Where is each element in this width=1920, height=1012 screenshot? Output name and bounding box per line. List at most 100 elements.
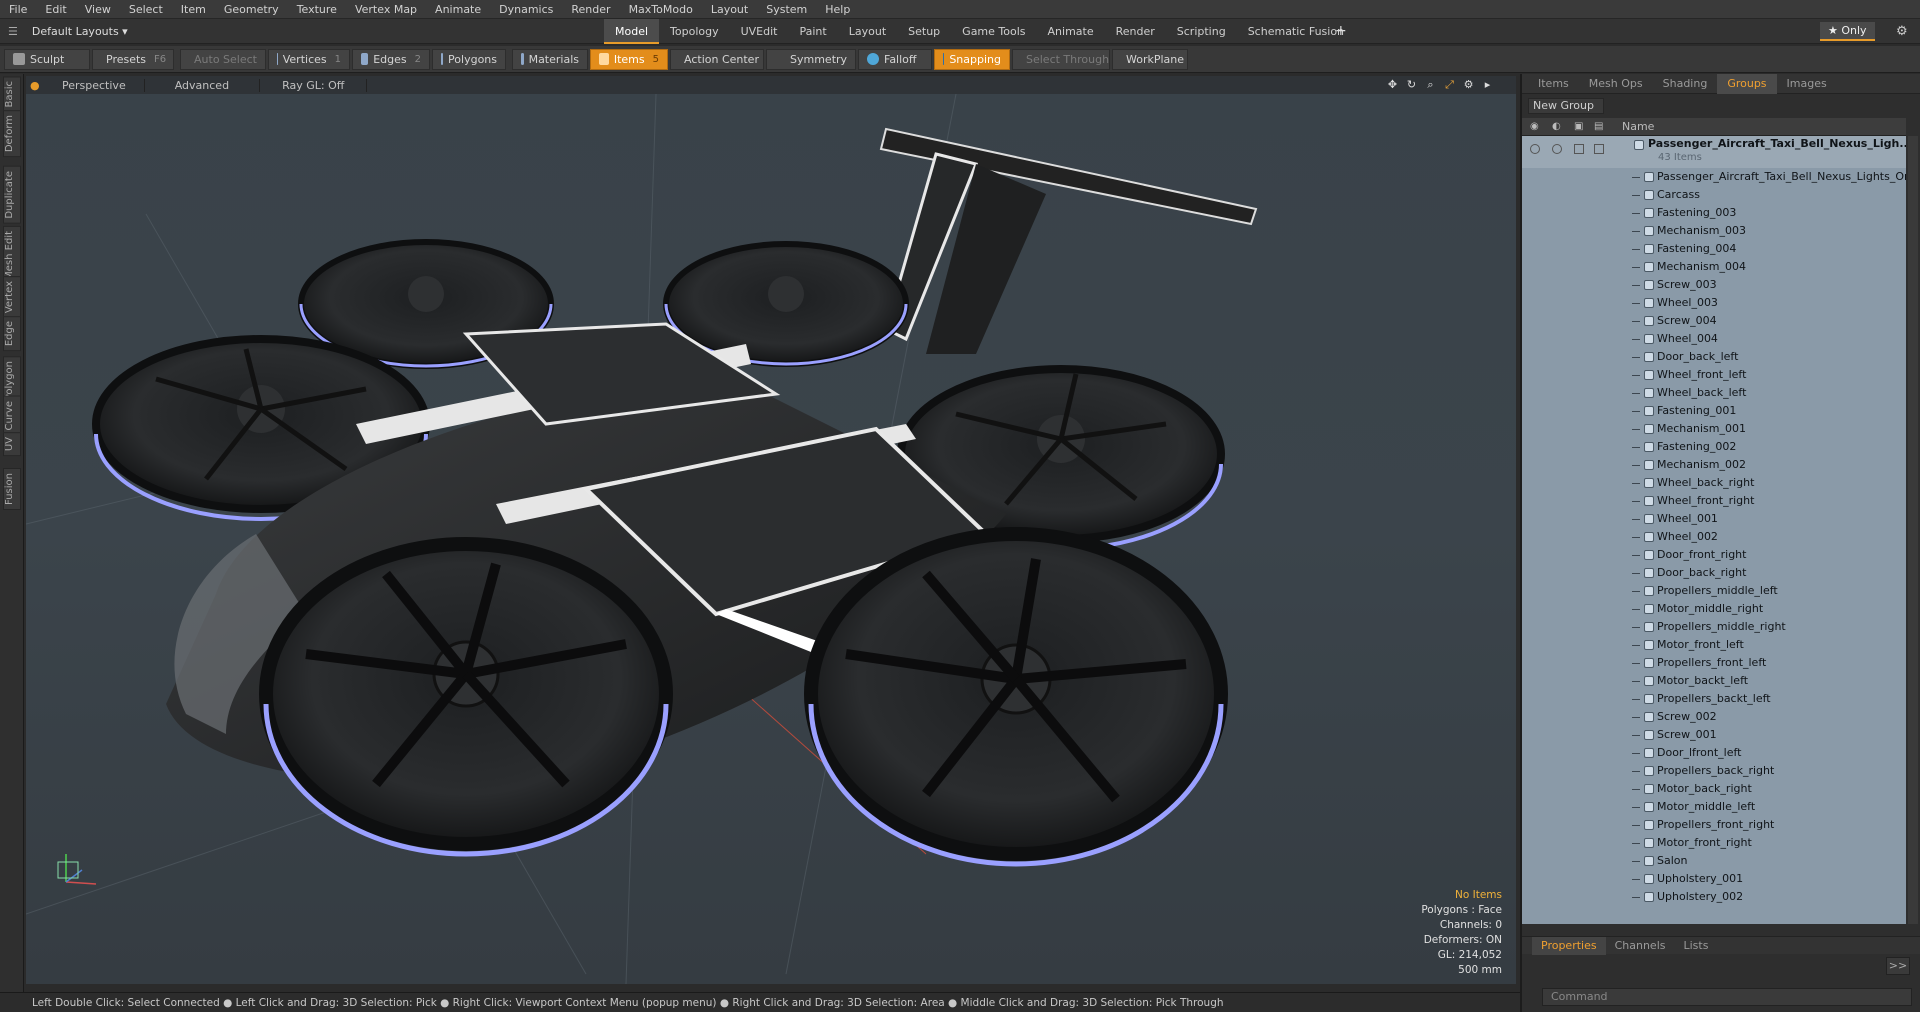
- group-item-row[interactable]: Fastening_003: [1522, 204, 1906, 222]
- select-through-button[interactable]: Select Through: [1012, 48, 1110, 70]
- perspective-dropdown[interactable]: Perspective: [44, 78, 145, 92]
- view-expand-icon[interactable]: ▸: [1481, 78, 1494, 91]
- tab-layout[interactable]: Layout: [838, 19, 897, 44]
- group-item-row[interactable]: Wheel_001: [1522, 510, 1906, 528]
- layout-selector[interactable]: Default Layouts ▾: [32, 25, 128, 38]
- group-item-row[interactable]: Fastening_004: [1522, 240, 1906, 258]
- menu-select[interactable]: Select: [120, 0, 172, 19]
- group-item-row[interactable]: Wheel_front_right: [1522, 492, 1906, 510]
- group-item-row[interactable]: Upholstery_002: [1522, 888, 1906, 906]
- menu-view[interactable]: View: [76, 0, 120, 19]
- group-item-row[interactable]: Door_front_right: [1522, 546, 1906, 564]
- group-item-row[interactable]: Mechanism_001: [1522, 420, 1906, 438]
- presets-button[interactable]: Presets F6: [92, 48, 174, 70]
- menu-maxtomodo[interactable]: MaxToModo: [620, 0, 702, 19]
- group-item-row[interactable]: Wheel_back_right: [1522, 474, 1906, 492]
- group-item-row[interactable]: Wheel_004: [1522, 330, 1906, 348]
- group-item-row[interactable]: Motor_middle_right: [1522, 600, 1906, 618]
- group-item-row[interactable]: Wheel_back_left: [1522, 384, 1906, 402]
- tab-paint[interactable]: Paint: [789, 19, 838, 44]
- layouts-icon[interactable]: ☰: [8, 25, 18, 38]
- menu-system[interactable]: System: [757, 0, 816, 19]
- group-item-row[interactable]: Propellers_front_left: [1522, 654, 1906, 672]
- add-tab-button[interactable]: +: [1335, 19, 1347, 44]
- tab-topology[interactable]: Topology: [659, 19, 730, 44]
- menu-edit[interactable]: Edit: [36, 0, 75, 19]
- group-item-row[interactable]: Mechanism_003: [1522, 222, 1906, 240]
- menu-help[interactable]: Help: [816, 0, 859, 19]
- group-item-row[interactable]: Door_back_right: [1522, 564, 1906, 582]
- maximize-view-icon[interactable]: ⤢: [1443, 78, 1456, 91]
- right-tab-groups[interactable]: Groups: [1717, 73, 1777, 94]
- falloff-button[interactable]: Falloff: [858, 48, 932, 70]
- bottom-tab-properties[interactable]: Properties: [1532, 936, 1606, 955]
- group-item-row[interactable]: Motor_front_right: [1522, 834, 1906, 852]
- menu-vertex-map[interactable]: Vertex Map: [346, 0, 426, 19]
- group-item-row[interactable]: Wheel_002: [1522, 528, 1906, 546]
- group-item-row[interactable]: Door_back_left: [1522, 348, 1906, 366]
- tab-setup[interactable]: Setup: [897, 19, 951, 44]
- left-tab-duplicate[interactable]: Duplicate: [3, 166, 21, 224]
- view-settings-icon[interactable]: ⚙: [1462, 78, 1475, 91]
- group-item-row[interactable]: Propellers_front_right: [1522, 816, 1906, 834]
- 3d-viewport[interactable]: ● Perspective Advanced Ray GL: Off ✥ ↻ ⌕…: [26, 76, 1516, 984]
- vertices-button[interactable]: Vertices 1: [268, 48, 350, 70]
- lock-toggle[interactable]: [1552, 144, 1562, 154]
- advanced-dropdown[interactable]: Advanced: [145, 78, 261, 92]
- menu-texture[interactable]: Texture: [288, 0, 346, 19]
- name-column-header[interactable]: Name: [1622, 120, 1654, 133]
- group-item-row[interactable]: Wheel_003: [1522, 294, 1906, 312]
- group-item-row[interactable]: Upholstery_001: [1522, 870, 1906, 888]
- group-item-row[interactable]: Propellers_middle_right: [1522, 618, 1906, 636]
- gear-icon[interactable]: ⚙: [1896, 19, 1908, 44]
- right-tab-shading[interactable]: Shading: [1653, 74, 1718, 94]
- group-item-row[interactable]: Propellers_backt_left: [1522, 690, 1906, 708]
- action-center-button[interactable]: Action Center: [670, 48, 764, 70]
- snapping-button[interactable]: Snapping: [934, 48, 1010, 70]
- tab-model[interactable]: Model: [604, 19, 660, 44]
- lock-icon[interactable]: ◐: [1552, 121, 1561, 132]
- left-tab-vertex[interactable]: Vertex: [3, 276, 21, 319]
- group-item-row[interactable]: Mechanism_002: [1522, 456, 1906, 474]
- edges-button[interactable]: Edges 2: [352, 48, 430, 70]
- command-input[interactable]: Command: [1542, 988, 1912, 1006]
- items-button[interactable]: Items 5: [590, 48, 668, 70]
- left-tab-curve[interactable]: Curve: [3, 396, 21, 436]
- menu-animate[interactable]: Animate: [426, 0, 490, 19]
- group-item-row[interactable]: Fastening_001: [1522, 402, 1906, 420]
- group-item-row[interactable]: Motor_back_right: [1522, 780, 1906, 798]
- polygons-button[interactable]: Polygons: [432, 48, 506, 70]
- left-tab-deform[interactable]: Deform: [3, 110, 21, 158]
- group-item-row[interactable]: Screw_004: [1522, 312, 1906, 330]
- group-item-row[interactable]: Propellers_back_right: [1522, 762, 1906, 780]
- left-tab-edge[interactable]: Edge: [3, 316, 21, 352]
- tab-game-tools[interactable]: Game Tools: [951, 19, 1036, 44]
- list-scrollbar[interactable]: [1908, 136, 1918, 924]
- group-item-row[interactable]: Salon: [1522, 852, 1906, 870]
- tab-uvedit[interactable]: UVEdit: [730, 19, 789, 44]
- only-button[interactable]: ★ Only: [1820, 22, 1875, 41]
- group-item-row[interactable]: Passenger_Aircraft_Taxi_Bell_Nexus_Light…: [1522, 168, 1906, 186]
- zoom-view-icon[interactable]: ⌕: [1424, 78, 1437, 91]
- rotate-view-icon[interactable]: ↻: [1405, 78, 1418, 91]
- group-item-row[interactable]: Door_lfront_left: [1522, 744, 1906, 762]
- group-item-row[interactable]: Wheel_front_left: [1522, 366, 1906, 384]
- group-item-row[interactable]: Mechanism_004: [1522, 258, 1906, 276]
- new-group-button[interactable]: New Group: [1528, 98, 1604, 114]
- left-tab-uv[interactable]: UV: [3, 432, 21, 457]
- symmetry-button[interactable]: Symmetry: [766, 48, 856, 70]
- group-item-row[interactable]: Propellers_middle_left: [1522, 582, 1906, 600]
- raygl-dropdown[interactable]: Ray GL: Off: [260, 78, 368, 92]
- viewport-menu-icon[interactable]: ●: [30, 79, 44, 92]
- bottom-tab-lists[interactable]: Lists: [1675, 937, 1718, 955]
- move-view-icon[interactable]: ✥: [1386, 78, 1399, 91]
- menu-layout[interactable]: Layout: [702, 0, 757, 19]
- menu-file[interactable]: File: [0, 0, 36, 19]
- left-tab-fusion[interactable]: Fusion: [3, 468, 21, 510]
- tab-render[interactable]: Render: [1105, 19, 1166, 44]
- visibility-toggle[interactable]: [1530, 144, 1540, 154]
- root-group-row[interactable]: Passenger_Aircraft_Taxi_Bell_Nexus_Ligh.…: [1522, 136, 1906, 168]
- group-item-row[interactable]: Motor_front_left: [1522, 636, 1906, 654]
- right-tab-images[interactable]: Images: [1777, 74, 1837, 94]
- tab-scripting[interactable]: Scripting: [1166, 19, 1237, 44]
